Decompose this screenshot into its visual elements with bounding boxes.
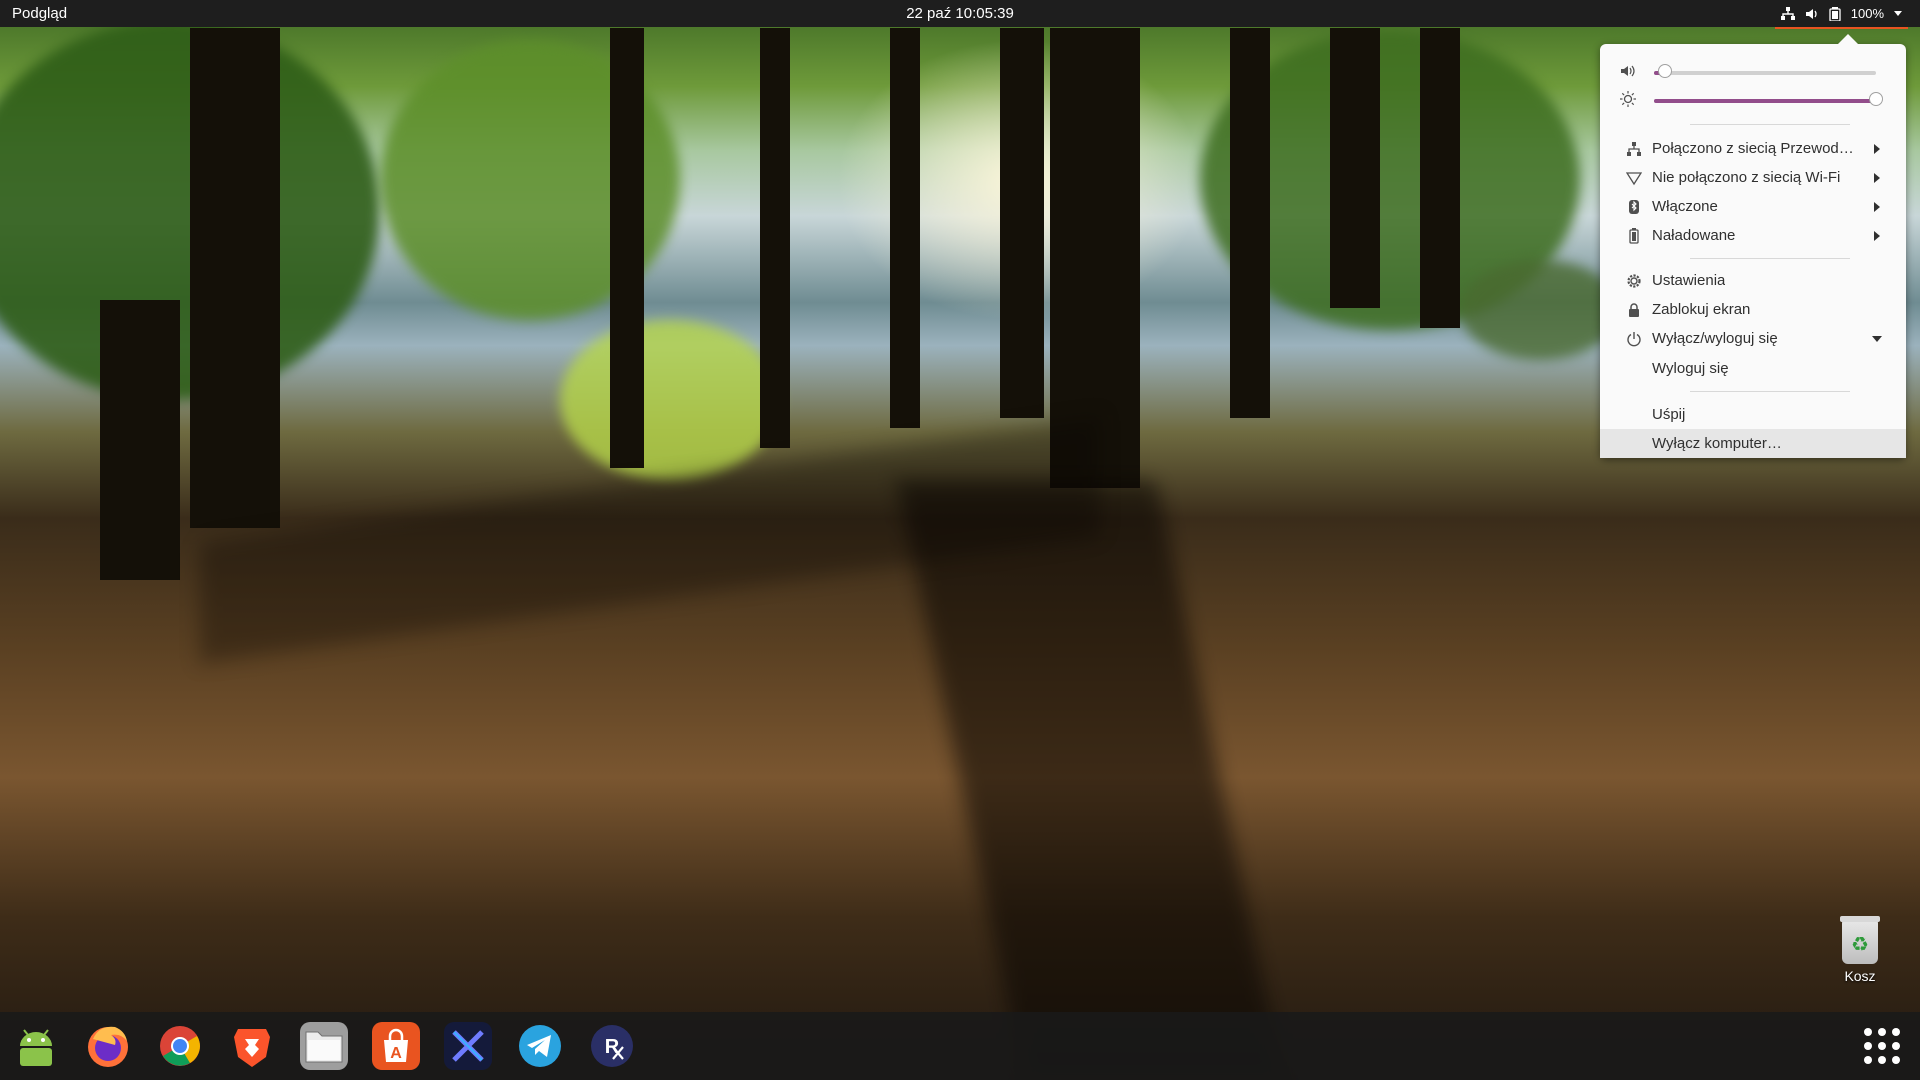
chevron-right-icon <box>1874 201 1880 212</box>
volume-slider-row <box>1620 63 1886 83</box>
battery-item[interactable]: Naładowane <box>1600 221 1906 250</box>
tree-trunk <box>1000 28 1044 418</box>
chevron-right-icon <box>1874 172 1880 183</box>
tree-trunk <box>760 28 790 448</box>
menu-separator <box>1690 258 1850 259</box>
foliage-bright <box>560 320 780 480</box>
network-wired-icon <box>1626 141 1642 157</box>
menu-separator <box>1690 124 1850 125</box>
android-studio-icon[interactable] <box>12 1022 60 1070</box>
battery-icon <box>1829 6 1841 21</box>
brightness-slider-row <box>1620 91 1886 111</box>
telegram-icon[interactable] <box>516 1022 564 1070</box>
trash-label: Kosz <box>1844 968 1876 984</box>
volume-slider[interactable] <box>1654 64 1876 78</box>
gear-icon <box>1626 273 1642 289</box>
wifi-item[interactable]: Nie połączono z siecią Wi-Fi <box>1600 163 1906 192</box>
lock-icon <box>1626 302 1642 318</box>
network-wired-icon <box>1780 6 1795 21</box>
exodus-icon[interactable] <box>444 1022 492 1070</box>
logout-item[interactable]: Wyloguj się <box>1600 354 1906 383</box>
power-off-logout-item[interactable]: Wyłącz/wyloguj się <box>1600 324 1906 353</box>
tree-shadow <box>896 480 1284 1080</box>
power-icon <box>1626 331 1642 347</box>
files-icon[interactable] <box>300 1022 348 1070</box>
bluetooth-icon <box>1626 199 1642 215</box>
show-applications-button[interactable] <box>1864 1028 1900 1064</box>
brightness-slider-knob[interactable] <box>1869 92 1883 106</box>
svg-text:A: A <box>390 1045 402 1062</box>
chevron-right-icon <box>1874 230 1880 241</box>
software-center-icon[interactable]: A <box>372 1022 420 1070</box>
volume-icon <box>1805 7 1819 21</box>
tree-trunk <box>890 28 920 428</box>
foliage-far-right <box>1460 260 1620 360</box>
tree-trunk <box>1230 28 1270 418</box>
volume-icon <box>1620 63 1636 83</box>
activities-button[interactable]: Podgląd <box>12 5 67 22</box>
chevron-down-icon <box>1894 11 1902 16</box>
wired-network-item[interactable]: Połączono z siecią Przewod… <box>1600 134 1906 163</box>
chrome-icon[interactable] <box>156 1022 204 1070</box>
rx-app-icon[interactable]: R <box>588 1022 636 1070</box>
brightness-slider-fill <box>1654 99 1876 103</box>
trash-desktop-icon[interactable]: ♻ Kosz <box>1830 916 1890 984</box>
tree-trunk <box>1420 28 1460 328</box>
tree-trunk <box>100 300 180 580</box>
lock-screen-item[interactable]: Zablokuj ekran <box>1600 295 1906 324</box>
chevron-down-icon <box>1872 335 1882 342</box>
chevron-right-icon <box>1874 143 1880 154</box>
brightness-icon <box>1620 91 1636 111</box>
tree-trunk <box>1330 28 1380 308</box>
wifi-icon <box>1626 170 1642 186</box>
tree-trunk <box>190 28 280 528</box>
battery-percentage: 100% <box>1850 6 1884 21</box>
dock: A R <box>0 1012 1920 1080</box>
brave-icon[interactable] <box>228 1022 276 1070</box>
bluetooth-item[interactable]: Włączone <box>1600 192 1906 221</box>
menu-separator <box>1690 391 1850 392</box>
shutdown-item[interactable]: Wyłącz komputer… <box>1600 429 1906 458</box>
settings-item[interactable]: Ustawienia <box>1600 266 1906 295</box>
tree-trunk <box>610 28 644 468</box>
suspend-item[interactable]: Uśpij <box>1600 400 1906 429</box>
system-tray-button[interactable]: 100% <box>1774 0 1908 29</box>
trash-icon: ♻ <box>1840 916 1880 964</box>
brightness-slider[interactable] <box>1654 92 1883 106</box>
battery-icon <box>1626 227 1642 244</box>
top-bar: Podgląd 22 paź 10:05:39 100% <box>0 0 1920 29</box>
volume-slider-knob[interactable] <box>1658 64 1673 78</box>
firefox-icon[interactable] <box>84 1022 132 1070</box>
system-menu: Połączono z siecią Przewod… Nie połączon… <box>1600 34 1906 458</box>
clock-button[interactable]: 22 paź 10:05:39 <box>906 5 1014 22</box>
